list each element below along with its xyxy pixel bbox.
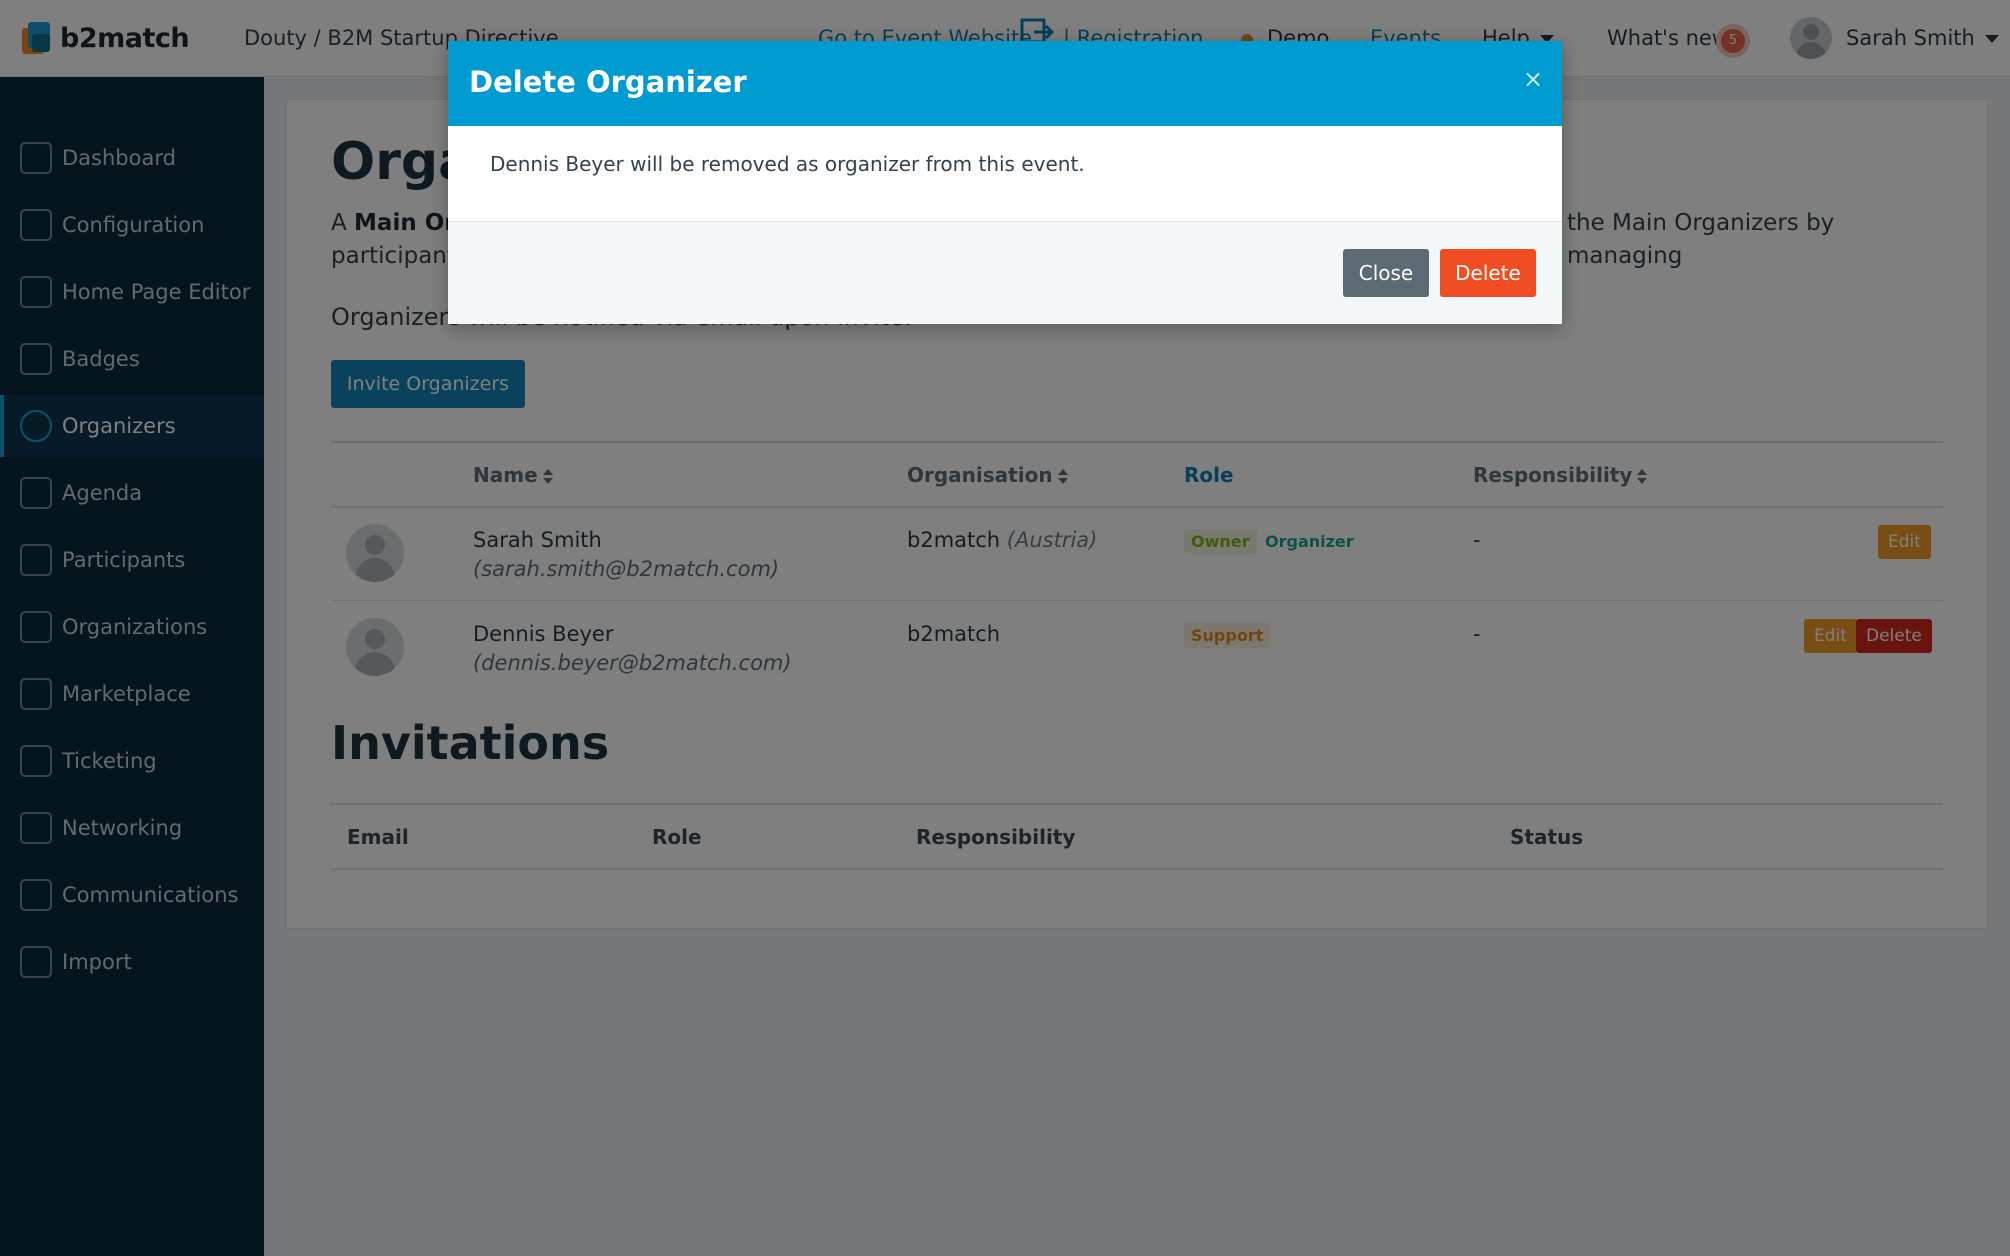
close-icon[interactable]: × [1523,65,1543,93]
modal-header: Delete Organizer × [448,41,1562,126]
close-button[interactable]: Close [1343,249,1429,297]
delete-organizer-modal: Delete Organizer × Dennis Beyer will be … [448,41,1562,324]
confirm-delete-button[interactable]: Delete [1440,249,1536,297]
modal-title: Delete Organizer [469,65,747,99]
modal-message: Dennis Beyer will be removed as organize… [490,152,1085,176]
